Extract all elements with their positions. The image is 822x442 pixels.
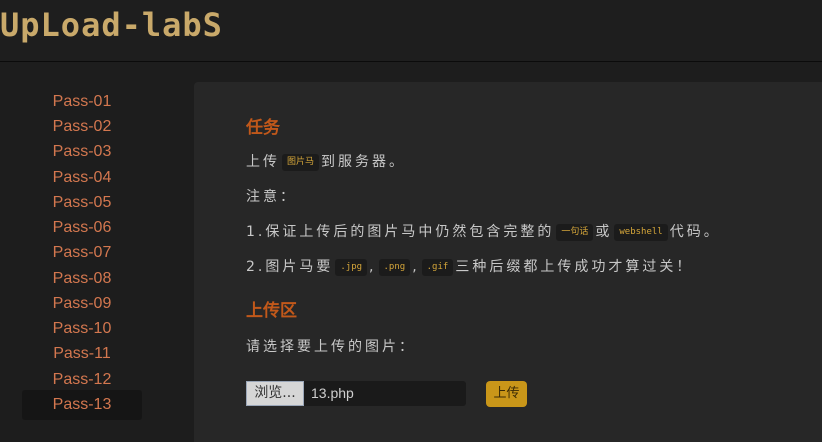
task-line-3: 1.保证上传后的图片马中仍然包含完整的 一句话或 webshell 代码。 [246,222,721,242]
task-line-4-sep-1: , [369,259,377,275]
task-line-3-post: 代码。 [669,224,721,240]
code-gif: .gif [421,258,454,276]
upload-prompt: 请选择要上传的图片： [246,339,416,355]
task-line-4-pre: 2.图片马要 [246,259,334,275]
file-input[interactable]: 浏览... 13.php [246,381,466,406]
code-jpg: .jpg [335,258,368,276]
upload-button[interactable]: 上传 [486,381,527,407]
selected-file-name: 13.php [311,385,354,401]
code-webshell: webshell [614,223,668,241]
task-heading: 任务 [246,118,280,138]
task-line-1: 上传 图片马 到服务器。 [246,152,406,172]
task-line-1-pre: 上传 [246,154,280,170]
code-one-liner: 一句话 [556,223,594,241]
task-line-1-post: 到服务器。 [321,154,407,170]
task-line-4: 2.图片马要 .jpg, .png, .gif 三种后缀都上传成功才算过关！ [246,257,693,277]
task-line-4-sep-2: , [412,259,420,275]
browse-button[interactable]: 浏览... [246,381,304,406]
sidebar-item-pass-13[interactable]: Pass-13 [22,390,142,420]
task-line-3-mid: 或 [595,224,613,240]
code-png: .png [378,258,411,276]
task-note: 注意： [246,189,297,205]
site-logo[interactable]: UpLoad-labS [0,6,223,44]
site-header: UpLoad-labS [0,0,822,62]
task-line-4-post: 三种后缀都上传成功才算过关！ [455,259,694,275]
code-image-horse: 图片马 [282,153,320,171]
upload-heading: 上传区 [246,301,297,321]
task-line-3-pre: 1.保证上传后的图片马中仍然包含完整的 [246,224,555,240]
sidebar-nav: Pass-01 Pass-02 Pass-03 Pass-04 Pass-05 … [0,62,190,425]
